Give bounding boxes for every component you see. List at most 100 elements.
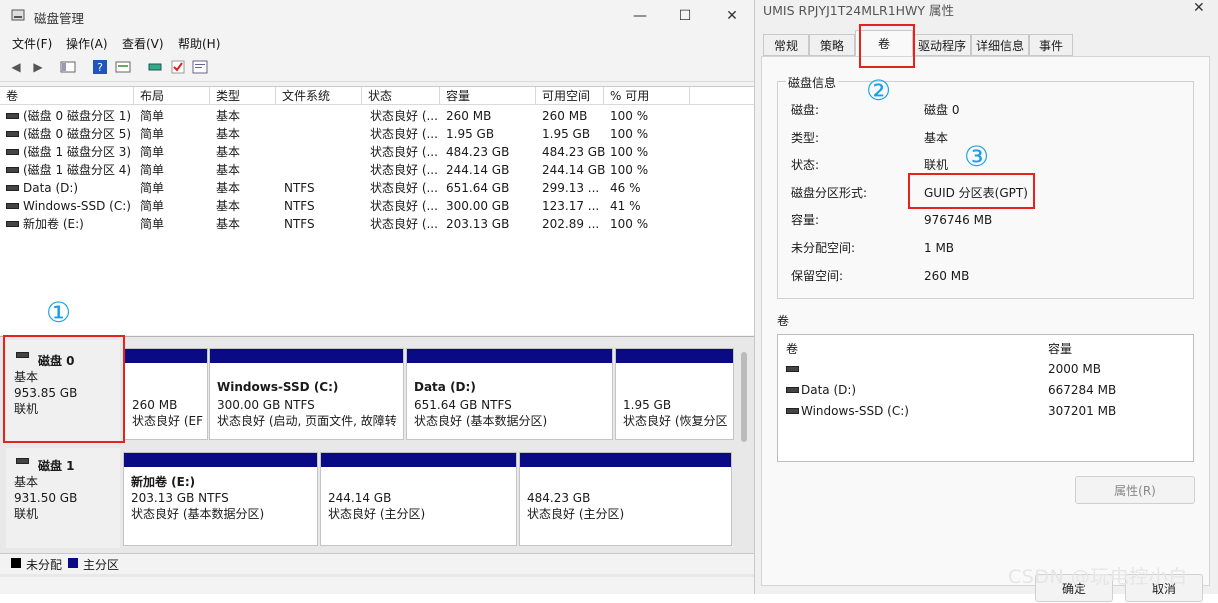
disk-management-window: 磁盘管理 — ☐ ✕ 文件(F) 操作(A) 查看(V) 帮助(H) ◀ ▶ ?… [0,0,755,594]
disk-1-partition-3[interactable]: 484.23 GB 状态良好 (主分区) [519,452,732,546]
dialog-title: UMIS RPJYJ1T24MLR1HWY 属性 [763,3,955,18]
column-type[interactable]: 类型 [210,87,276,105]
tab-policy[interactable]: 策略 [809,34,855,56]
back-icon[interactable]: ◀ [8,59,24,75]
table-row[interactable]: (磁盘 1 磁盘分区 3) 简单 基本 状态良好 (... 484.23 GB 484.2… [0,143,754,161]
help-icon[interactable]: ? [92,59,108,75]
menu-view[interactable]: 查看(V) [122,35,164,52]
column-volume[interactable]: 卷 [0,87,134,105]
legend-unallocated: 未分配 [26,558,63,572]
properties-dialog: UMIS RPJYJ1T24MLR1HWY 属性 ✕ 常规 策略 卷 驱动程序 … [755,0,1218,602]
volume-name: Data (D:) [23,181,79,195]
table-row[interactable]: (磁盘 0 磁盘分区 1) 简单 基本 状态良好 (... 260 MB 260 MB 10… [0,107,754,125]
partition-bar [321,453,516,467]
menu-help[interactable]: 帮助(H) [178,35,220,52]
column-percent-free[interactable]: % 可用 [604,87,690,105]
disk-1-size: 931.50 GB [14,491,78,505]
column-layout[interactable]: 布局 [134,87,210,105]
table-row[interactable]: (磁盘 0 磁盘分区 5) 简单 基本 状态良好 (... 1.95 GB 1.95 GB… [0,125,754,143]
cell-可用空间: 123.17 ... [542,199,600,213]
table-row[interactable]: 新加卷 (E:) 简单 基本 NTFS 状态良好 (... 203.13 GB 202.89… [0,215,754,233]
disk-1-header[interactable]: 磁盘 1 基本 931.50 GB 联机 [6,448,120,548]
volume-capacity: 2000 MB [1048,362,1101,376]
partition-bar [210,349,403,363]
cell-卷: (磁盘 1 磁盘分区 4) [6,161,131,179]
info-label: 容量: [791,213,820,228]
volume-icon [6,220,19,227]
volumes-col-volume[interactable]: 卷 [786,340,798,357]
cell-可用空间: 484.23 GB [542,145,606,159]
title-bar[interactable]: 磁盘管理 — ☐ ✕ [0,0,754,32]
partition-status: 状态良好 (基本数据分区) [131,507,265,521]
disk-1-name: 磁盘 1 [38,459,75,473]
partition-size: 244.14 GB [328,491,392,505]
volume-name[interactable]: Data (D:) [801,383,856,397]
disk-1-partition-e[interactable]: 新加卷 (E:) 203.13 GB NTFS 状态良好 (基本数据分区) [123,452,318,546]
tab-general[interactable]: 常规 [763,34,809,56]
volume-name[interactable]: Windows-SSD (C:) [801,404,909,418]
disk-0-partition-1[interactable]: 260 MB 状态良好 (EF [124,348,208,440]
annotation-number-3: ③ [964,140,990,173]
forward-icon[interactable]: ▶ [30,59,46,75]
group-title: 磁盘信息 [786,74,839,91]
volume-name: (磁盘 0 磁盘分区 5) [23,127,132,141]
cell-卷: Data (D:) [6,179,78,197]
minimize-button[interactable]: — [630,6,650,26]
disk-0-partition-d[interactable]: Data (D:) 651.64 GB NTFS 状态良好 (基本数据分区) [406,348,613,440]
volume-name: Windows-SSD (C:) [23,199,131,213]
partition-bar [407,349,612,363]
volumes-col-capacity[interactable]: 容量 [1048,340,1072,357]
close-button[interactable]: ✕ [722,6,742,26]
info-label: 磁盘: [791,103,820,117]
partition-status: 状态良好 (启动, 页面文件, 故障转 [217,414,397,428]
cell-状态: 状态良好 (... [370,199,438,213]
properties-icon[interactable] [192,59,208,75]
tab-details[interactable]: 详细信息 [971,34,1029,56]
info-value: 1 MB [924,241,955,255]
column-status[interactable]: 状态 [362,87,440,105]
cell-布局: 简单 [140,181,165,195]
window-title: 磁盘管理 [34,11,85,26]
disk-0-partition-recovery[interactable]: 1.95 GB 状态良好 (恢复分区 [615,348,734,440]
partition-bar [520,453,731,467]
cell-类型: 基本 [216,199,241,213]
maximize-button[interactable]: ☐ [675,6,695,26]
menu-action[interactable]: 操作(A) [66,35,108,52]
disk-1-partition-2[interactable]: 244.14 GB 状态良好 (主分区) [320,452,517,546]
cell-布局: 简单 [140,145,165,159]
volume-properties-button[interactable]: 属性(R) [1075,476,1195,504]
legend-primary: 主分区 [83,558,120,572]
table-row[interactable]: (磁盘 1 磁盘分区 4) 简单 基本 状态良好 (... 244.14 GB 244.1… [0,161,754,179]
cell-文件系统: NTFS [284,217,315,231]
console-tree-icon[interactable] [60,59,76,75]
cell-卷: 新加卷 (E:) [6,215,84,233]
connect-icon[interactable] [147,59,163,75]
tab-events[interactable]: 事件 [1029,34,1073,56]
cell-卷: (磁盘 1 磁盘分区 3) [6,143,131,161]
cell-布局: 简单 [140,109,165,123]
graph-scrollbar[interactable] [741,352,747,442]
menu-file[interactable]: 文件(F) [12,35,52,52]
table-row[interactable]: Windows-SSD (C:) 简单 基本 NTFS 状态良好 (... 300.00 … [0,197,754,215]
partition-status: 状态良好 (恢复分区 [623,414,728,428]
cell-容量: 203.13 GB [446,217,510,231]
show-hide-icon[interactable] [115,59,131,75]
partition-bar [616,349,733,363]
tab-driver[interactable]: 驱动程序 [913,34,971,56]
column-filesystem[interactable]: 文件系统 [276,87,362,105]
legend: 未分配 主分区 [0,553,754,574]
column-capacity[interactable]: 容量 [440,87,536,105]
dialog-close-button[interactable]: ✕ [1193,0,1205,16]
cell-文件系统: NTFS [284,181,315,195]
column-free-space[interactable]: 可用空间 [536,87,604,105]
check-icon[interactable] [170,59,186,75]
column-blank [690,87,754,105]
volume-name: 新加卷 (E:) [23,217,84,231]
annotation-box-partition-style [908,173,1035,209]
cell-可用空间: 260 MB [542,109,588,123]
table-row[interactable]: Data (D:) 简单 基本 NTFS 状态良好 (... 651.64 GB 299.1… [0,179,754,197]
cell-文件系统: NTFS [284,199,315,213]
cell-状态: 状态良好 (... [370,217,438,231]
cell-类型: 基本 [216,127,241,141]
disk-0-partition-c[interactable]: Windows-SSD (C:) 300.00 GB NTFS 状态良好 (启动… [209,348,404,440]
